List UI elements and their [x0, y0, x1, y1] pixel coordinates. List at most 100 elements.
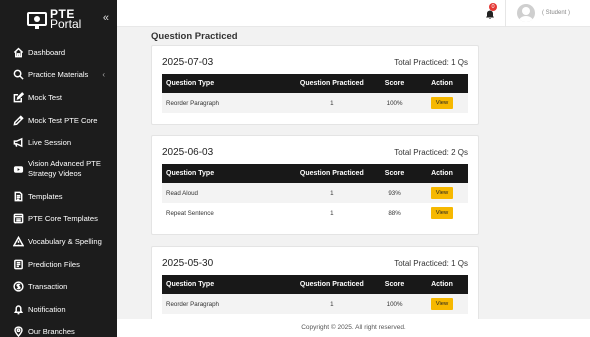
- sidebar-item-dashboard[interactable]: Dashboard: [0, 41, 117, 64]
- practice-card: 2025-06-03 Total Practiced: 2 Qs Questio…: [151, 135, 479, 235]
- table-row: Reorder Paragraph 1 100% View: [162, 93, 468, 113]
- view-button[interactable]: View: [430, 187, 454, 199]
- sidebar-item-label: Vocabulary & Spelling: [28, 236, 102, 246]
- dollar-icon: [12, 281, 24, 293]
- location-icon: [12, 326, 24, 337]
- col-header-action: Action: [431, 80, 453, 87]
- chevron-left-icon: ‹: [102, 70, 105, 80]
- practice-table: Question Type Question Practiced Score A…: [162, 275, 468, 314]
- sidebar-item-label: Templates: [28, 191, 63, 201]
- view-button[interactable]: View: [430, 298, 454, 310]
- cell-score: 88%: [388, 209, 401, 217]
- col-header-question-type: Question Type: [166, 80, 215, 87]
- cell-practiced: 1: [330, 99, 334, 107]
- search-icon: [12, 69, 24, 81]
- pencil-icon: [12, 114, 24, 126]
- cell-practiced: 1: [330, 300, 334, 308]
- top-header: 0 ( Student ): [117, 0, 590, 27]
- practice-card: 2025-05-30 Total Practiced: 1 Qs Questio…: [151, 246, 479, 326]
- sidebar-item-notification[interactable]: Notification: [0, 298, 117, 321]
- sidebar-item-label: Live Session: [28, 138, 72, 148]
- sidebar-item-label: Mock Test: [28, 92, 63, 102]
- cell-action: View: [416, 294, 468, 314]
- sidebar-item-vocabulary-spelling[interactable]: Vocabulary & Spelling: [0, 230, 117, 253]
- sidebar-item-our-branches[interactable]: Our Branches: [0, 321, 117, 337]
- cell-score: 100%: [386, 300, 403, 308]
- sidebar-item-transaction[interactable]: Transaction: [0, 275, 117, 298]
- col-header-action: Action: [431, 170, 453, 177]
- card-total: Total Practiced: 1 Qs: [394, 57, 468, 67]
- card-date: 2025-07-03: [162, 56, 214, 68]
- card-total: Total Practiced: 1 Qs: [394, 258, 468, 268]
- sidebar-item-label: Vision Advanced PTE Strategy Videos: [28, 159, 101, 179]
- sidebar-item-practice-materials[interactable]: Practice Materials ‹: [0, 64, 117, 87]
- sidebar-item-mock-test-pte-core[interactable]: Mock Test PTE Core: [0, 109, 117, 132]
- col-header-action: Action: [431, 281, 453, 288]
- view-button[interactable]: View: [430, 97, 454, 109]
- cell-practiced: 1: [330, 189, 334, 197]
- practice-card: 2025-07-03 Total Practiced: 1 Qs Questio…: [151, 45, 479, 125]
- sidebar-item-label: Dashboard: [28, 47, 66, 57]
- table-row: Reorder Paragraph 1 100% View: [162, 294, 468, 314]
- sidebar-item-label: Mock Test PTE Core: [28, 115, 98, 125]
- edit-icon: [12, 91, 24, 103]
- sidebar-item-label: Notification: [28, 304, 66, 314]
- practice-table: Question Type Question Practiced Score A…: [162, 74, 468, 113]
- cell-action: View: [416, 203, 468, 223]
- megaphone-icon: [12, 137, 24, 149]
- sidebar-item-templates[interactable]: Templates: [0, 185, 117, 208]
- template-icon: [12, 213, 24, 225]
- practice-table: Question Type Question Practiced Score A…: [162, 164, 468, 223]
- youtube-icon: [12, 163, 24, 175]
- sidebar-item-label: PTE Core Templates: [28, 214, 98, 224]
- cell-question-type: Reorder Paragraph: [166, 300, 219, 308]
- col-header-score: Score: [384, 80, 405, 87]
- avatar[interactable]: [517, 4, 535, 22]
- cell-question-type: Repeat Sentence: [166, 209, 214, 217]
- file-icon: [12, 258, 24, 270]
- sidebar: PTE Portal « Dashboard Practice Material…: [0, 0, 117, 337]
- footer: Copyright © 2025. All right reserved.: [117, 319, 590, 337]
- col-header-question-practiced: Question Practiced: [299, 80, 364, 87]
- cell-score: 100%: [386, 99, 403, 107]
- col-header-score: Score: [384, 281, 405, 288]
- table-header-row: Question Type Question Practiced Score A…: [162, 74, 468, 93]
- sidebar-item-label: Practice Materials: [28, 70, 89, 80]
- user-name[interactable]: ( Student ): [542, 10, 570, 16]
- card-date: 2025-06-03: [162, 146, 214, 158]
- table-row: Repeat Sentence 1 88% View: [162, 203, 468, 223]
- brand-logo: PTE Portal: [27, 8, 82, 31]
- card-date: 2025-05-30: [162, 257, 214, 269]
- table-row: Read Aloud 1 93% View: [162, 183, 468, 203]
- cell-practiced: 1: [330, 209, 334, 217]
- notification-badge: 0: [489, 3, 497, 11]
- col-header-question-type: Question Type: [166, 281, 215, 288]
- sidebar-nav: Dashboard Practice Materials ‹ Mock Test…: [0, 41, 117, 337]
- sidebar-item-prediction-files[interactable]: Prediction Files: [0, 253, 117, 276]
- bell-icon: [12, 303, 24, 315]
- main-content: Question Practiced 2025-07-03 Total Prac…: [117, 27, 590, 337]
- cell-score: 93%: [388, 189, 401, 197]
- cell-question-type: Reorder Paragraph: [166, 99, 219, 107]
- col-header-question-practiced: Question Practiced: [299, 281, 364, 288]
- document-icon: [12, 190, 24, 202]
- view-button[interactable]: View: [430, 207, 454, 219]
- page-title: Question Practiced: [151, 31, 238, 42]
- cell-action: View: [416, 183, 468, 203]
- collapse-sidebar-icon[interactable]: «: [103, 12, 109, 24]
- home-icon: [12, 46, 24, 58]
- col-header-question-type: Question Type: [166, 170, 215, 177]
- cell-action: View: [416, 93, 468, 113]
- card-total: Total Practiced: 2 Qs: [394, 147, 468, 157]
- sidebar-item-live-session[interactable]: Live Session: [0, 131, 117, 154]
- sidebar-item-strategy-videos[interactable]: Vision Advanced PTE Strategy Videos: [0, 154, 117, 185]
- warning-icon: [12, 235, 24, 247]
- sidebar-item-label: Prediction Files: [28, 259, 80, 269]
- header-divider: [505, 0, 506, 27]
- brand[interactable]: PTE Portal «: [0, 0, 117, 37]
- sidebar-item-label: Transaction: [28, 282, 68, 292]
- cell-question-type: Read Aloud: [166, 189, 198, 197]
- sidebar-item-mock-test[interactable]: Mock Test: [0, 86, 117, 109]
- brand-line2: Portal: [50, 16, 82, 31]
- sidebar-item-pte-core-templates[interactable]: PTE Core Templates: [0, 208, 117, 231]
